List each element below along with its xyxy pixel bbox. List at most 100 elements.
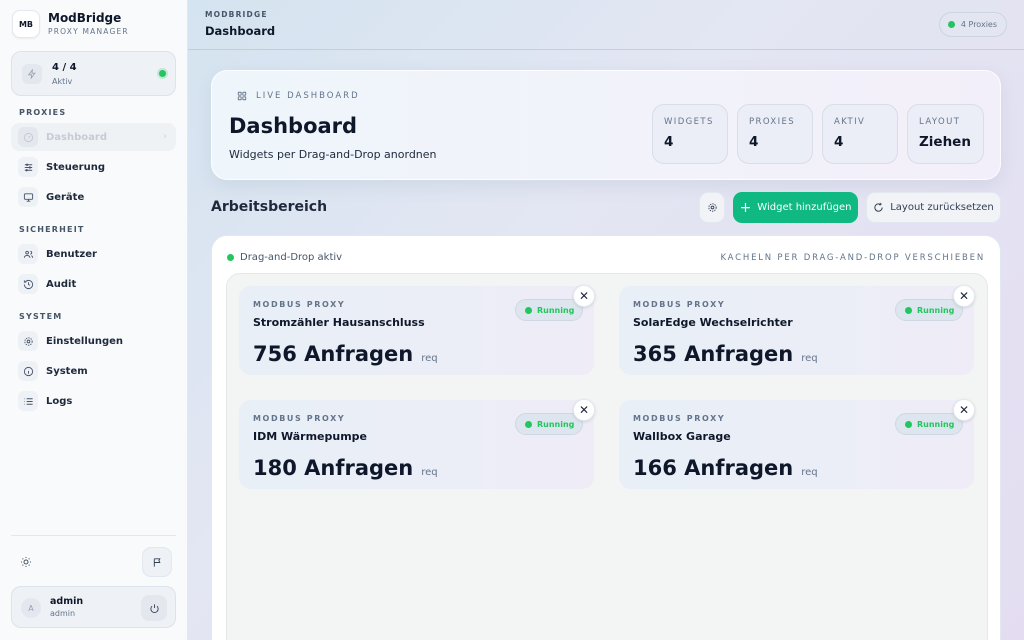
add-widget-button[interactable]: + Widget hinzufügen xyxy=(733,192,858,223)
widget-unit: req xyxy=(421,353,438,364)
widget-grid: MODBUS PROXY Stromzähler Hausanschluss 7… xyxy=(226,273,988,640)
sidebar-item-label: System xyxy=(46,365,88,377)
stat-label: WIDGETS xyxy=(664,117,714,127)
widget-name: Wallbox Garage xyxy=(633,430,731,443)
widget-count-value: 166 Anfragen xyxy=(633,456,794,480)
dnd-status: Drag-and-Drop aktiv xyxy=(227,252,342,263)
dashboard-icon xyxy=(18,127,38,147)
flag-button[interactable] xyxy=(142,547,172,577)
logout-button[interactable] xyxy=(141,595,167,621)
hero-kicker: LIVE DASHBOARD xyxy=(237,91,360,101)
widget-type: MODBUS PROXY xyxy=(253,414,346,423)
sidebar-item-steuerung[interactable]: Steuerung xyxy=(11,153,176,181)
widget-tile[interactable]: MODBUS PROXY IDM Wärmepumpe 180 Anfragen… xyxy=(239,399,595,489)
widget-request-count: 180 Anfragen req xyxy=(253,456,438,480)
stat-value: 4 xyxy=(664,134,674,150)
widget-request-count: 365 Anfragen req xyxy=(633,342,818,366)
status-label: Running xyxy=(917,305,955,315)
close-icon: ✕ xyxy=(958,403,970,417)
sidebar-item-label: Dashboard xyxy=(46,131,107,143)
widget-name: SolarEdge Wechselrichter xyxy=(633,316,793,329)
hero-title: Dashboard xyxy=(229,114,358,138)
stat-label: PROXIES xyxy=(749,117,796,127)
status-dot xyxy=(525,420,532,428)
sidebar-item-label: Logs xyxy=(46,395,73,407)
history-icon xyxy=(18,274,38,294)
workspace-settings-button[interactable] xyxy=(699,192,725,223)
close-icon: ✕ xyxy=(958,289,970,303)
flag-icon xyxy=(152,557,163,568)
sliders-icon xyxy=(18,157,38,177)
dnd-hint: KACHELN PER DRAG-AND-DROP VERSCHIEBEN xyxy=(720,253,985,263)
sun-icon[interactable] xyxy=(16,552,36,572)
status-badge: Running xyxy=(515,299,584,321)
widget-count-value: 365 Anfragen xyxy=(633,342,794,366)
brand-logo: MB xyxy=(12,10,40,38)
widget-unit: req xyxy=(801,467,818,478)
users-icon xyxy=(18,244,38,264)
status-label: Running xyxy=(537,305,575,315)
sidebar-item-label: Geräte xyxy=(46,191,85,203)
sidebar-item-benutzer[interactable]: Benutzer xyxy=(11,240,176,268)
widget-name: Stromzähler Hausanschluss xyxy=(253,316,425,329)
remove-widget-button[interactable]: ✕ xyxy=(573,285,595,307)
nav-section-security: SICHERHEIT xyxy=(19,225,85,234)
close-icon: ✕ xyxy=(578,289,590,303)
sidebar-item-label: Audit xyxy=(46,278,77,290)
workspace-panel: Drag-and-Drop aktiv KACHELN PER DRAG-AND… xyxy=(211,235,1001,640)
proxy-count-label: 4 Proxies xyxy=(960,20,997,29)
widget-type: MODBUS PROXY xyxy=(633,414,726,423)
grid-icon xyxy=(237,91,247,101)
status-dot xyxy=(159,70,166,77)
stat-layout: LAYOUT Ziehen xyxy=(907,104,984,164)
widget-unit: req xyxy=(801,353,818,364)
status-badge: Running xyxy=(895,413,964,435)
remove-widget-button[interactable]: ✕ xyxy=(953,399,975,421)
widget-tile[interactable]: MODBUS PROXY SolarEdge Wechselrichter 36… xyxy=(619,285,975,375)
sidebar-item-system[interactable]: System xyxy=(11,357,176,385)
sidebar-item-einstellungen[interactable]: Einstellungen xyxy=(11,327,176,355)
user-name: admin xyxy=(50,596,84,607)
info-icon xyxy=(18,361,38,381)
sidebar-item-dashboard[interactable]: Dashboard › xyxy=(11,123,176,151)
nav-section-proxies: PROXIES xyxy=(19,108,67,117)
brand[interactable]: MB ModBridge PROXY MANAGER xyxy=(12,10,129,38)
status-badge: Running xyxy=(895,299,964,321)
hero-kicker-label: LIVE DASHBOARD xyxy=(256,91,360,101)
sidebar-item-audit[interactable]: Audit xyxy=(11,270,176,298)
stat-proxies: PROXIES 4 xyxy=(737,104,813,164)
dnd-status-label: Drag-and-Drop aktiv xyxy=(240,252,343,263)
active-proxy-count: 4 / 4 xyxy=(52,62,77,73)
widget-tile[interactable]: MODBUS PROXY Wallbox Garage 166 Anfragen… xyxy=(619,399,975,489)
widget-count-value: 756 Anfragen xyxy=(253,342,414,366)
sidebar-item-logs[interactable]: Logs xyxy=(11,387,176,415)
reset-layout-label: Layout zurücksetzen xyxy=(890,202,994,213)
widget-tile[interactable]: MODBUS PROXY Stromzähler Hausanschluss 7… xyxy=(239,285,595,375)
widget-type: MODBUS PROXY xyxy=(253,300,346,309)
widget-request-count: 166 Anfragen req xyxy=(633,456,818,480)
page-title: Dashboard xyxy=(205,24,276,38)
sidebar-divider xyxy=(11,535,176,536)
widget-request-count: 756 Anfragen req xyxy=(253,342,438,366)
status-label: Running xyxy=(917,419,955,429)
status-dot xyxy=(227,254,234,261)
stat-aktiv: AKTIV 4 xyxy=(822,104,898,164)
stat-value: Ziehen xyxy=(919,134,971,150)
workspace-title: Arbeitsbereich xyxy=(211,199,328,215)
nav-section-system: SYSTEM xyxy=(19,312,63,321)
stat-label: LAYOUT xyxy=(919,117,961,127)
user-card: A admin admin xyxy=(11,586,176,628)
stat-value: 4 xyxy=(749,134,759,150)
sidebar-item-label: Einstellungen xyxy=(46,335,124,347)
reset-layout-button[interactable]: Layout zurücksetzen xyxy=(866,192,1001,223)
remove-widget-button[interactable]: ✕ xyxy=(953,285,975,307)
hero-subtitle: Widgets per Drag-and-Drop anordnen xyxy=(229,148,437,161)
sidebar-item-geraete[interactable]: Geräte xyxy=(11,183,176,211)
close-icon: ✕ xyxy=(578,403,590,417)
proxy-count-badge[interactable]: 4 Proxies xyxy=(938,12,1007,37)
widget-count-value: 180 Anfragen xyxy=(253,456,414,480)
gear-icon xyxy=(18,331,38,351)
remove-widget-button[interactable]: ✕ xyxy=(573,399,595,421)
refresh-icon xyxy=(873,202,884,213)
active-proxy-label: Aktiv xyxy=(52,77,73,86)
